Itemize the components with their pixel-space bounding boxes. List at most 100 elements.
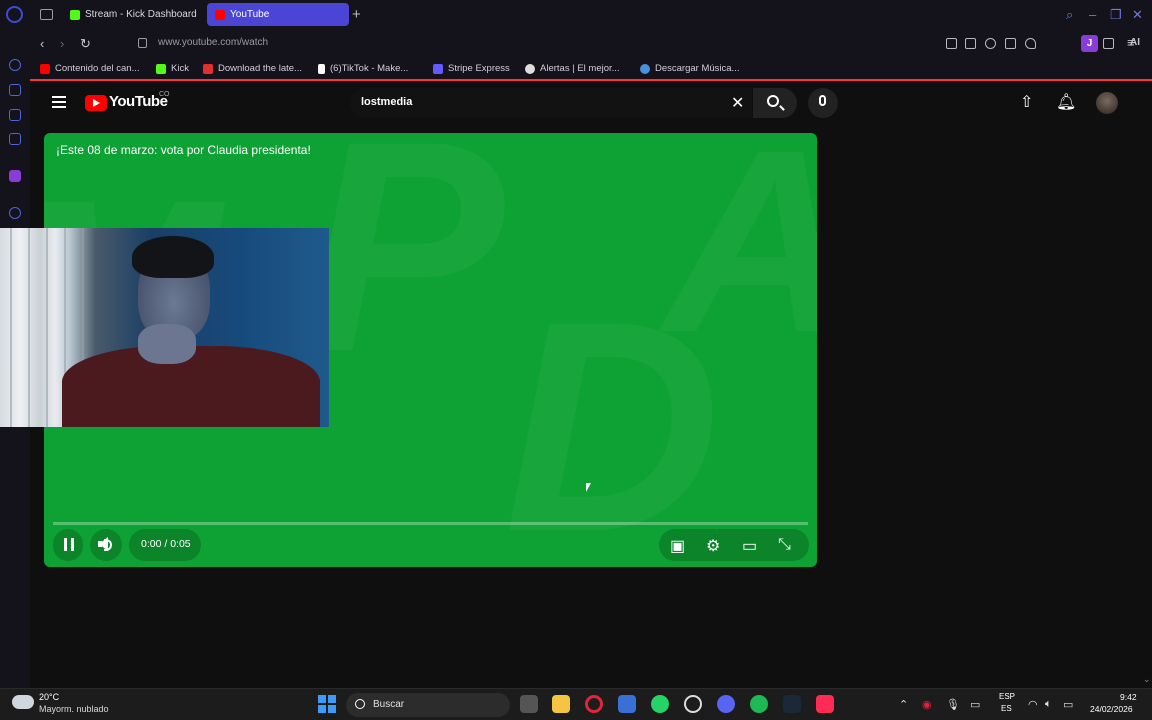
keyboard-layout[interactable]: ES — [1001, 704, 1012, 713]
settings-gear-icon[interactable]: ⚙ — [706, 536, 720, 556]
snapshot-icon[interactable] — [965, 38, 976, 49]
gx-icon[interactable] — [9, 643, 21, 655]
messenger-icon[interactable] — [9, 109, 21, 121]
whatsapp-icon[interactable] — [9, 133, 21, 145]
extension-j-icon[interactable]: J — [1081, 35, 1098, 52]
theater-mode-icon[interactable]: ▭ — [742, 536, 757, 556]
microphone-icon — [819, 95, 826, 106]
bookmark-item[interactable]: (6)TikTok - Make... — [318, 63, 408, 74]
reload-icon[interactable]: ↻ — [80, 36, 91, 52]
discord-icon[interactable] — [717, 695, 735, 713]
back-icon[interactable]: ‹ — [40, 36, 44, 51]
progress-bar[interactable] — [53, 522, 808, 525]
hamburger-menu-icon[interactable] — [52, 96, 66, 108]
person-hand — [138, 324, 196, 364]
opera-tray-icon[interactable]: ◉ — [922, 698, 932, 711]
chatgpt-icon[interactable] — [684, 695, 702, 713]
forward-icon[interactable]: › — [60, 36, 64, 51]
clear-search-icon[interactable]: ✕ — [731, 93, 744, 113]
background-watermark: P — [304, 133, 504, 419]
weather-temperature[interactable]: 20°C — [39, 692, 59, 702]
address-bar: ‹ › ↻ www.youtube.com/watch J AI ≡ — [30, 29, 1152, 58]
windows-start-icon[interactable] — [318, 695, 336, 713]
weather-condition[interactable]: Mayorm. nublado — [39, 704, 109, 714]
aria-icon[interactable] — [9, 84, 21, 96]
new-tab-button[interactable]: + — [352, 6, 361, 23]
upload-icon[interactable]: ⇧ — [1020, 92, 1033, 112]
search-button[interactable] — [753, 88, 797, 118]
voice-search-button[interactable] — [808, 88, 838, 118]
pause-icon — [64, 538, 74, 551]
youtube-bookmark-icon — [40, 63, 50, 74]
maximize-button[interactable]: ❐ — [1110, 7, 1122, 23]
bookmark-item[interactable]: Stripe Express — [433, 63, 510, 74]
youtube-header: YouTube CO lostmedia ✕ ⇧ 🔔︎ — [30, 83, 1152, 123]
steam-icon[interactable] — [783, 695, 801, 713]
pause-button[interactable] — [53, 529, 83, 561]
adblock-icon[interactable] — [985, 38, 996, 49]
mouse-cursor-icon — [586, 483, 591, 492]
battery-icon[interactable]: ▭ — [1063, 698, 1073, 711]
store-icon[interactable] — [618, 695, 636, 713]
clock-time[interactable]: 9:42 — [1120, 692, 1137, 702]
history-icon[interactable] — [9, 59, 21, 71]
search-icon — [355, 699, 365, 709]
cloudy-weather-icon[interactable] — [12, 695, 34, 709]
opera-gx-icon[interactable] — [585, 695, 603, 713]
alertas-bookmark-icon — [525, 63, 535, 74]
tab-kick-dashboard[interactable]: Stream - Kick Dashboard — [62, 3, 202, 26]
tiktok-live-icon[interactable] — [816, 695, 834, 713]
bookmark-item[interactable]: Descargar Música... — [640, 63, 739, 74]
close-window-button[interactable]: ✕ — [1132, 7, 1143, 23]
bookmark-item[interactable]: Contenido del can... — [40, 63, 140, 74]
stripe-bookmark-icon — [433, 63, 443, 74]
pin-icon[interactable] — [946, 38, 957, 49]
menu-icon[interactable]: ≡ — [1127, 35, 1135, 50]
bookmark-item[interactable]: Download the late... — [203, 63, 302, 74]
bookmark-item[interactable]: Alertas | El mejor... — [525, 63, 620, 74]
search-box[interactable]: lostmedia ✕ — [350, 88, 752, 118]
task-view-icon[interactable] — [520, 695, 538, 713]
screen: Stream - Kick Dashboard YouTube + ⌕ – ❐ … — [0, 0, 1152, 720]
url-field[interactable]: www.youtube.com/watch — [158, 37, 268, 48]
bookmark-item[interactable]: Kick — [156, 63, 189, 74]
volume-button[interactable] — [90, 529, 122, 561]
tab-island-icon[interactable] — [40, 9, 53, 20]
tab-youtube[interactable]: YouTube — [207, 3, 349, 26]
file-explorer-icon[interactable] — [552, 695, 570, 713]
player-right-controls: ▣ ⚙ ▭ ⤡ — [659, 529, 809, 561]
minimize-button[interactable]: – — [1089, 7, 1096, 22]
avatar[interactable] — [1096, 92, 1118, 114]
tab-label: YouTube — [230, 9, 270, 20]
favorite-icon[interactable] — [1025, 38, 1036, 49]
download-icon[interactable] — [1103, 38, 1114, 49]
taskbar-search[interactable]: Buscar — [346, 693, 510, 717]
youtube-logo-icon[interactable] — [85, 95, 107, 111]
fullscreen-icon[interactable]: ⤡ — [778, 536, 791, 554]
opera-logo-icon[interactable] — [6, 6, 23, 23]
notifications-bell-icon[interactable]: 🔔︎ — [1056, 92, 1076, 112]
monitor-tray-icon[interactable]: ▭ — [970, 698, 980, 711]
download-bookmark-icon — [203, 63, 213, 74]
miniplayer-icon[interactable]: ▣ — [670, 536, 685, 556]
taskbar-search-label: Buscar — [373, 699, 405, 710]
show-hidden-icons-icon[interactable]: ⌃ — [899, 698, 908, 711]
spotify-icon[interactable] — [750, 695, 768, 713]
twitch-icon[interactable] — [9, 170, 21, 182]
speaker-icon[interactable]: 🔈︎ — [1045, 698, 1052, 711]
input-language[interactable]: ESP — [999, 692, 1015, 701]
whatsapp-icon[interactable] — [651, 695, 669, 713]
search-input[interactable]: lostmedia — [361, 96, 412, 108]
lock-icon — [138, 38, 147, 48]
video-popout-icon[interactable] — [1005, 38, 1016, 49]
wifi-icon[interactable]: ◠ — [1028, 698, 1038, 711]
clock-date[interactable]: 24/02/2026 — [1090, 704, 1133, 714]
player-icon[interactable] — [9, 207, 21, 219]
microphone-tray-icon[interactable]: 🎙︎ — [946, 698, 960, 711]
time-label: 0:00 / 0:05 — [141, 538, 191, 550]
scroll-down-icon[interactable]: ⌄ — [1143, 674, 1151, 685]
tab-label: Stream - Kick Dashboard — [85, 9, 197, 20]
bookmark-label: (6)TikTok - Make... — [330, 63, 409, 74]
background-watermark: A — [664, 133, 817, 392]
search-tabs-icon[interactable]: ⌕ — [1066, 7, 1073, 23]
